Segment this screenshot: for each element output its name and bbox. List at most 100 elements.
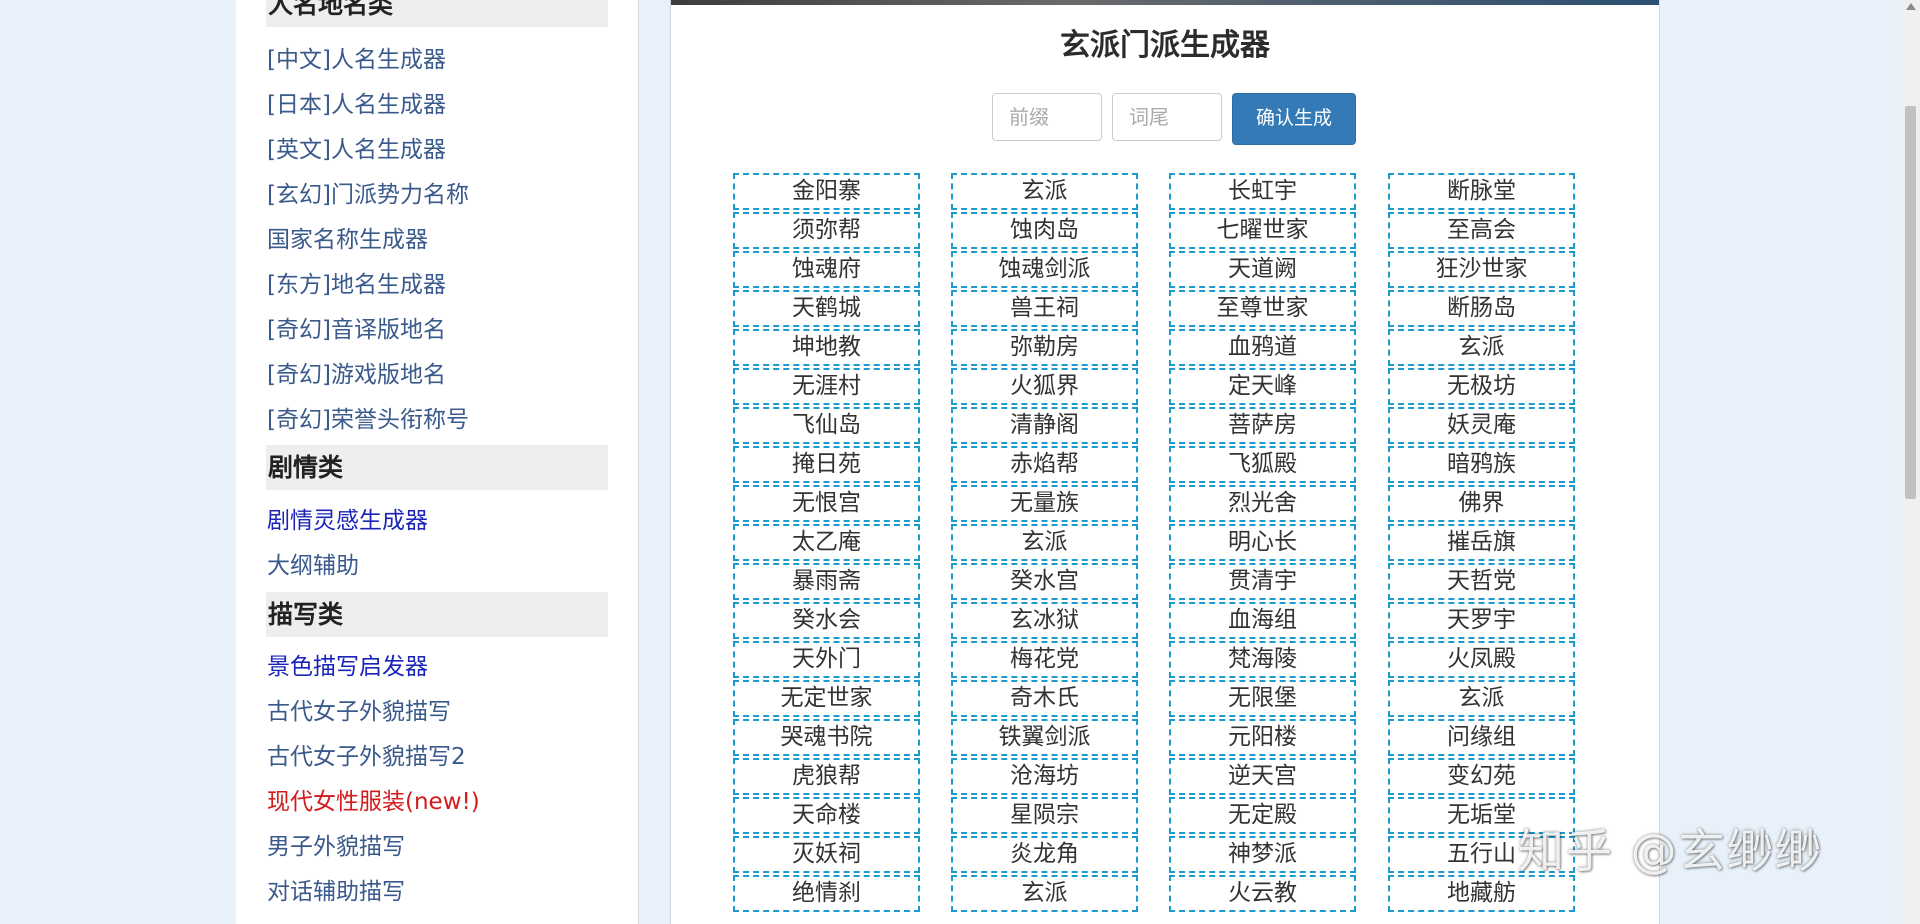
generated-name-cell: 定天峰 [1169, 368, 1356, 405]
sidebar: 人名地名类 [中文]人名生成器 [日本]人名生成器 [英文]人名生成器 [玄幻]门派势力… [236, 0, 639, 924]
generated-name-cell: 天哲党 [1388, 563, 1575, 600]
generated-name-cell: 无定世家 [733, 680, 920, 717]
generated-name-cell: 菩萨房 [1169, 407, 1356, 444]
generated-name-cell: 蚀魂剑派 [951, 251, 1138, 288]
generated-name-cell: 星陨宗 [951, 797, 1138, 834]
generated-name-cell: 火云教 [1169, 875, 1356, 912]
generated-name-cell: 佛界 [1388, 485, 1575, 522]
generated-name-cell: 玄派 [951, 875, 1138, 912]
generated-name-cell: 玄派 [1388, 329, 1575, 366]
generated-name-cell: 血海组 [1169, 602, 1356, 639]
generated-name-cell: 暗鸦族 [1388, 446, 1575, 483]
generated-name-cell: 梅花党 [951, 641, 1138, 678]
scrollbar-thumb[interactable] [1905, 106, 1916, 499]
prefix-input[interactable] [992, 93, 1102, 141]
generated-name-cell: 无恨宫 [733, 485, 920, 522]
generated-name-cell: 七曜世家 [1169, 212, 1356, 249]
generated-name-cell: 贯清宇 [1169, 563, 1356, 600]
generated-name-cell: 奇木氏 [951, 680, 1138, 717]
generated-name-cell: 明心长 [1169, 524, 1356, 561]
generated-name-cell: 赤焰帮 [951, 446, 1138, 483]
generated-name-cell: 狂沙世家 [1388, 251, 1575, 288]
sidebar-link[interactable]: 古代女子外貌描写2 [267, 742, 466, 772]
sidebar-link[interactable]: 剧情灵感生成器 [267, 506, 428, 536]
generated-name-cell: 须弥帮 [733, 212, 920, 249]
generated-name-cell: 兽王祠 [951, 290, 1138, 327]
suffix-input[interactable] [1112, 93, 1222, 141]
generated-name-cell: 癸水宫 [951, 563, 1138, 600]
generated-name-cell: 问缘组 [1388, 719, 1575, 756]
generated-name-cell: 掩日苑 [733, 446, 920, 483]
generated-name-cell: 长虹宇 [1169, 173, 1356, 210]
generated-name-cell: 天道阙 [1169, 251, 1356, 288]
sidebar-link[interactable]: [英文]人名生成器 [267, 135, 446, 165]
generated-name-cell: 炎龙角 [951, 836, 1138, 873]
category-header-plot: 剧情类 [266, 445, 608, 490]
generated-name-cell: 火狐界 [951, 368, 1138, 405]
generated-name-cell: 清静阁 [951, 407, 1138, 444]
generated-name-cell: 飞仙岛 [733, 407, 920, 444]
sidebar-link[interactable]: 国家名称生成器 [267, 225, 428, 255]
category-header-people-places: 人名地名类 [266, 0, 608, 27]
generated-name-cell: 逆天宫 [1169, 758, 1356, 795]
generated-name-cell: 天鹤城 [733, 290, 920, 327]
generated-name-cell: 变幻苑 [1388, 758, 1575, 795]
generated-name-cell: 虎狼帮 [733, 758, 920, 795]
sidebar-link[interactable]: [中文]人名生成器 [267, 45, 446, 75]
category-header-description: 描写类 [266, 592, 608, 637]
generated-name-cell: 至高会 [1388, 212, 1575, 249]
generated-name-cell: 哭魂书院 [733, 719, 920, 756]
sidebar-link[interactable]: [东方]地名生成器 [267, 270, 446, 300]
generated-name-cell: 摧岳旗 [1388, 524, 1575, 561]
generated-name-cell: 天命楼 [733, 797, 920, 834]
generated-name-cell: 玄派 [951, 524, 1138, 561]
generated-name-cell: 妖灵庵 [1388, 407, 1575, 444]
sidebar-link[interactable]: 大纲辅助 [267, 551, 359, 581]
generated-name-cell: 癸水会 [733, 602, 920, 639]
scroll-up-arrow-icon[interactable] [1906, 3, 1916, 10]
generated-name-cell: 断脉堂 [1388, 173, 1575, 210]
scrollbar[interactable] [1901, 0, 1920, 924]
main-panel: 玄派门派生成器 确认生成 金阳寨玄派长虹宇断脉堂须弥帮蚀肉岛七曜世家至高会蚀魂府… [670, 0, 1660, 924]
generated-name-cell: 坤地教 [733, 329, 920, 366]
sidebar-link[interactable]: [奇幻]音译版地名 [267, 315, 446, 345]
generate-button[interactable]: 确认生成 [1232, 93, 1356, 145]
generated-name-cell: 沧海坊 [951, 758, 1138, 795]
sidebar-link[interactable]: [玄幻]门派势力名称 [267, 180, 469, 210]
generated-name-cell: 无涯村 [733, 368, 920, 405]
generated-name-cell: 灭妖祠 [733, 836, 920, 873]
generated-name-cell: 铁翼剑派 [951, 719, 1138, 756]
sidebar-link[interactable]: 男子外貌描写 [267, 832, 405, 862]
generated-name-cell: 金阳寨 [733, 173, 920, 210]
generated-name-cell: 飞狐殿 [1169, 446, 1356, 483]
generated-name-cell: 玄派 [1388, 680, 1575, 717]
banner-image [671, 0, 1659, 5]
sidebar-link[interactable]: [奇幻]游戏版地名 [267, 360, 446, 390]
generated-name-cell: 神梦派 [1169, 836, 1356, 873]
watermark: 知乎 @玄缈缈 [1518, 824, 1823, 878]
generated-name-cell: 梵海陵 [1169, 641, 1356, 678]
sidebar-link[interactable]: 对话辅助描写 [267, 877, 405, 907]
generated-name-cell: 火凤殿 [1388, 641, 1575, 678]
generated-name-cell: 无定殿 [1169, 797, 1356, 834]
generated-name-cell: 无极坊 [1388, 368, 1575, 405]
generated-name-cell: 烈光舍 [1169, 485, 1356, 522]
sidebar-link[interactable]: 现代女性服装(new!) [267, 787, 480, 817]
generated-name-cell: 无量族 [951, 485, 1138, 522]
generated-name-cell: 元阳楼 [1169, 719, 1356, 756]
generated-name-cell: 无限堡 [1169, 680, 1356, 717]
sidebar-link[interactable]: [奇幻]荣誉头衔称号 [267, 405, 469, 435]
page-title: 玄派门派生成器 [1060, 28, 1270, 63]
generated-name-cell: 天外门 [733, 641, 920, 678]
sidebar-link[interactable]: 景色描写启发器 [267, 652, 428, 682]
generated-name-cell: 弥勒房 [951, 329, 1138, 366]
generated-name-cell: 绝情刹 [733, 875, 920, 912]
sidebar-link[interactable]: [日本]人名生成器 [267, 90, 446, 120]
generated-name-cell: 蚀肉岛 [951, 212, 1138, 249]
generated-name-cell: 暴雨斋 [733, 563, 920, 600]
sidebar-link[interactable]: 古代女子外貌描写 [267, 697, 451, 727]
generated-name-cell: 玄冰狱 [951, 602, 1138, 639]
generated-name-cell: 玄派 [951, 173, 1138, 210]
generated-name-cell: 断肠岛 [1388, 290, 1575, 327]
generated-name-cell: 至尊世家 [1169, 290, 1356, 327]
